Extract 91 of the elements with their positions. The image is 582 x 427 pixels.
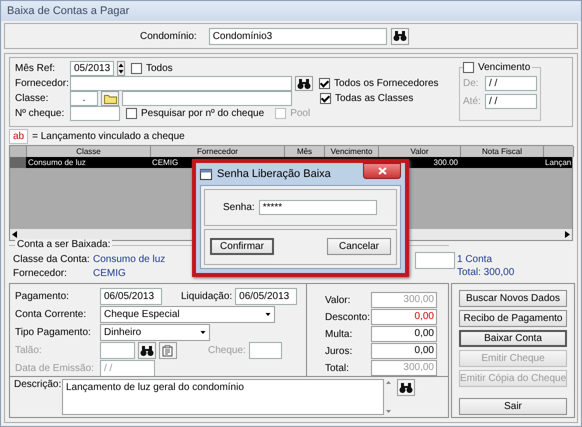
condominium-field[interactable]: Condomínio3 [208,28,387,44]
field-label: Valor: [325,294,352,306]
checkbox[interactable] [131,63,142,74]
field-label: Data de Emissão: [15,363,95,374]
field-label: Até: [463,96,482,107]
search-icon[interactable] [397,379,415,396]
action-button[interactable]: Sair [459,398,567,415]
dialog-button[interactable]: Confirmar [210,238,274,256]
window-title: Baixa de Contas a Pagar [7,5,130,17]
window-icon [200,168,212,180]
field-label: Fornecedor: [13,268,68,278]
search-icon[interactable] [295,76,313,91]
left-arrow-icon[interactable] [12,231,17,238]
field-label: Multa: [325,328,354,340]
checkbox-label: Pool [290,108,310,119]
password-field[interactable]: ***** [258,200,377,215]
field-label: Talão: [15,345,43,356]
column-header[interactable]: Classe [27,146,151,157]
search-icon[interactable] [138,342,156,359]
field-label: Classe da Conta: [13,254,91,264]
check-number-field[interactable] [70,106,120,121]
class-code-field[interactable]: . [70,91,98,106]
field-label: Condomínio: [140,30,197,42]
column-header[interactable]: Fornecedor [151,146,285,157]
total-amount: Total: 300,00 [457,266,516,278]
table-cell-text: CEMIG [151,157,180,168]
table-cell-text: Consumo de luz [27,157,87,168]
checkbox[interactable] [463,62,474,72]
description-field[interactable]: Lançamento de luz geral do condomínio [62,379,384,415]
field-label: Nº cheque: [15,108,66,119]
amount-field[interactable]: 0,00 [371,343,437,359]
month-field[interactable]: 05/2013 [70,61,114,76]
date-field[interactable]: / / [485,94,537,109]
column-header[interactable]: Vencimento [325,146,379,157]
check-field[interactable] [248,342,282,359]
field-label: De: [463,78,480,89]
checkbox[interactable] [319,78,330,89]
legend-swatch: ab [9,128,28,144]
column-header[interactable]: Valor [379,146,461,157]
account-count: 1 Conta [457,254,494,264]
search-icon[interactable] [390,28,409,44]
amount-field[interactable]: 0,00 [371,309,437,325]
class-name-field[interactable] [122,91,292,106]
checkbox-label: Todos [146,63,173,74]
field-label: Desconto: [325,312,371,322]
action-button[interactable]: Recibo de Pagamento [459,310,567,327]
field-label: Descrição: [14,379,60,392]
supplier-value: CEMIG [93,268,126,278]
action-button[interactable]: Buscar Novos Dados [459,290,567,307]
dialog-title: Senha Liberação Baixa [217,168,331,180]
close-icon[interactable] [378,167,386,175]
payment-type-dropdown[interactable]: Dinheiro [100,324,210,341]
field-label: Total: [325,362,350,374]
settlement-date-field[interactable]: 06/05/2013 [235,288,298,305]
table-cell-text: Lançan [544,157,572,168]
field-label: Tipo Pagamento: [15,327,92,338]
table-cell-text: 300.00 [432,157,459,168]
date-field[interactable]: / / [485,76,537,91]
amount-field[interactable]: 0,00 [371,326,437,342]
group-title: Conta a ser Baixada: [15,239,112,250]
checkbox-label: Todas as Classes [335,93,414,104]
dialog-button[interactable]: Cancelar [327,238,391,256]
field-label: Conta Corrente: [15,309,88,320]
close-button[interactable] [363,163,401,179]
action-button[interactable]: Baixar Conta [459,330,567,347]
checkbox-label: Todos os Fornecedores [334,78,439,89]
field-label: Fornecedor: [15,78,67,89]
field-label: Classe: [15,93,50,104]
checkbox-label: Pesquisar por nº do cheque [141,108,264,119]
field-label: Pagamento: [15,291,70,302]
field-label: Cheque: [208,345,246,356]
input-field[interactable] [415,252,455,269]
field-label: Mês Ref: [15,63,56,74]
field-label: Liquidação: [181,291,232,302]
spinner-icon[interactable] [117,61,125,76]
checkbook-field[interactable] [100,342,135,359]
payment-date-field[interactable]: 06/05/2013 [100,288,162,305]
field-label: Juros: [325,346,354,356]
field-label: Senha: [223,202,255,213]
checkbox-label: Vencimento [478,62,530,72]
class-value: Consumo de luz [93,254,166,264]
form-icon[interactable] [159,342,177,359]
checkbox[interactable] [320,93,331,104]
column-header[interactable]: Mês [285,146,325,157]
column-header[interactable]: Nota Fiscal [461,146,544,157]
folder-icon[interactable] [101,91,119,106]
legend-text: = Lançamento vinculado a cheque [32,130,185,142]
right-arrow-icon[interactable] [565,231,570,238]
checkbox[interactable] [126,108,137,119]
supplier-field[interactable] [70,76,292,91]
account-dropdown[interactable]: Cheque Especial [100,306,275,323]
